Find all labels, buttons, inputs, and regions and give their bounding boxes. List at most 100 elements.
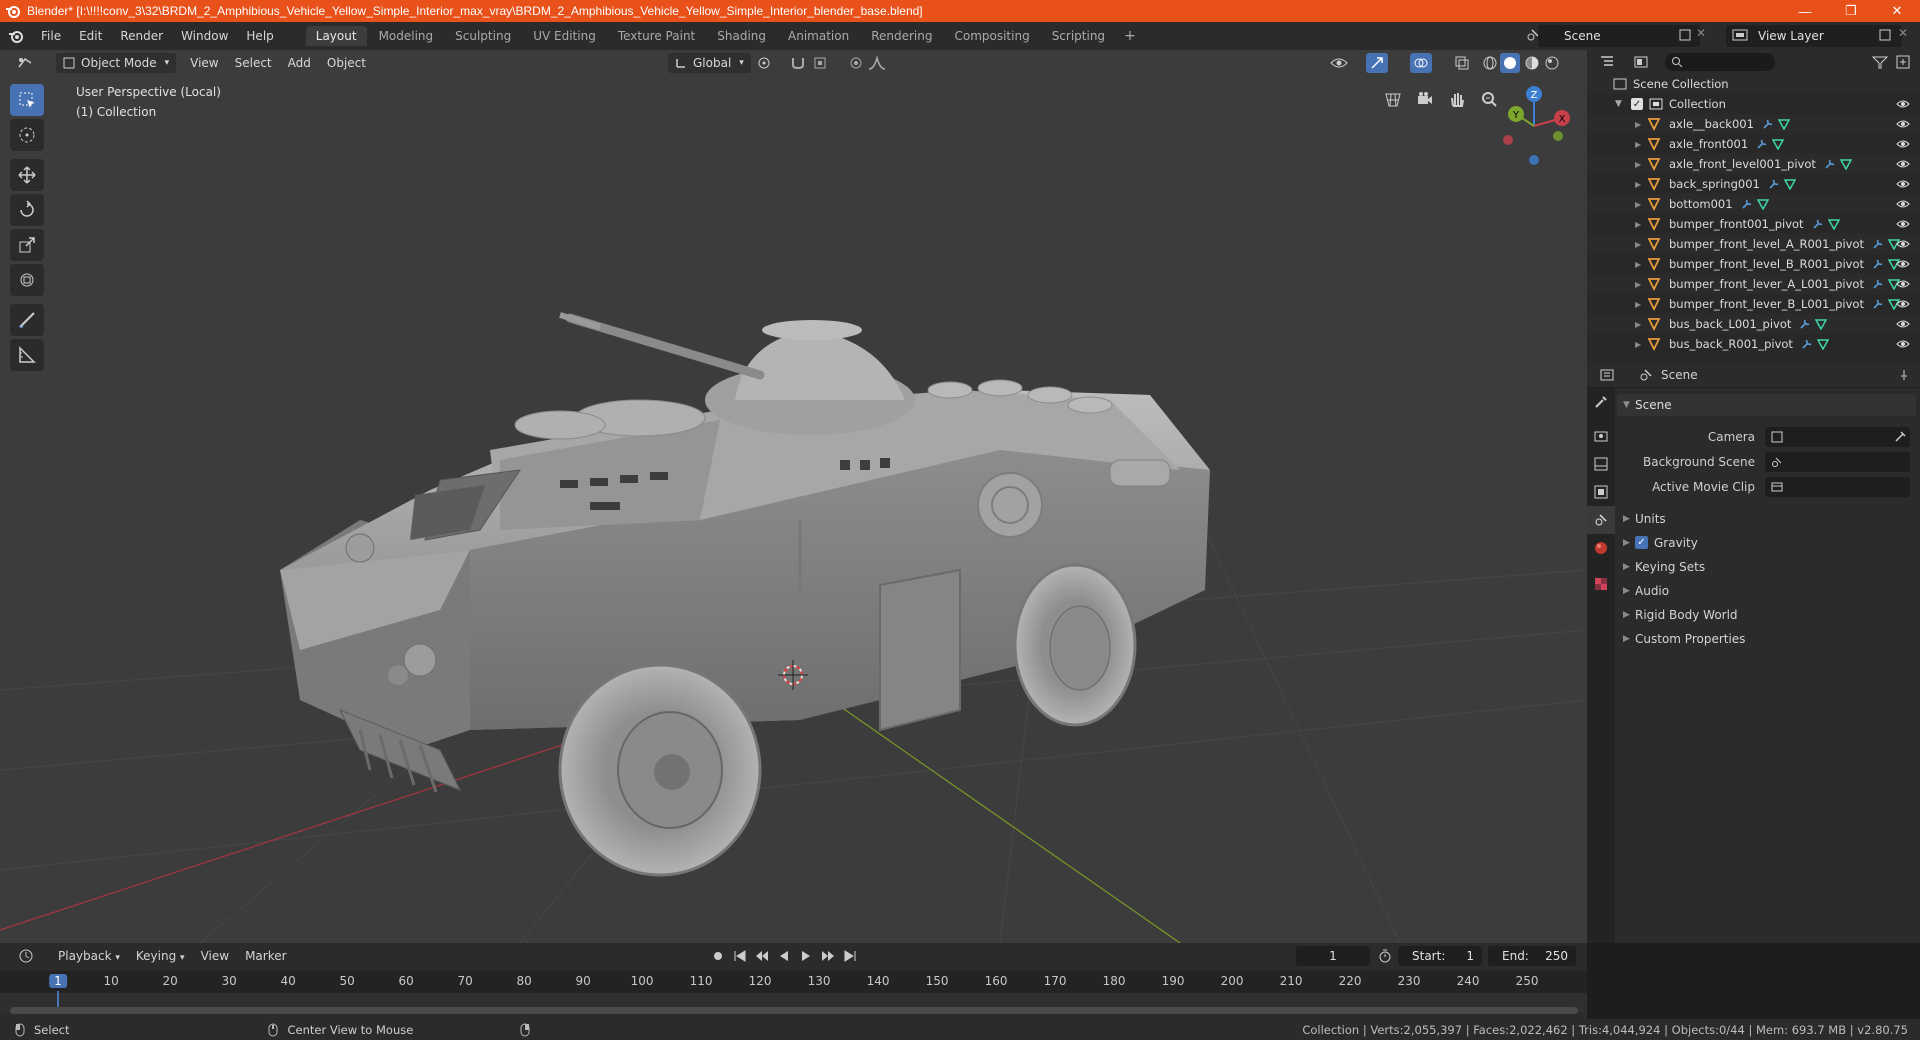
mesh-data-icon[interactable] [1839, 158, 1852, 170]
modifier-wrench-icon[interactable] [1801, 338, 1813, 350]
3d-viewport[interactable]: Object Mode ▾ View Select Add Object Glo… [0, 50, 1587, 943]
eye-icon[interactable] [1896, 218, 1910, 230]
menu-render[interactable]: Render [111, 29, 172, 43]
pan-hand-icon[interactable] [1444, 86, 1470, 112]
minimize-button[interactable]: — [1782, 0, 1828, 22]
viewport-menu-object[interactable]: Object [319, 56, 374, 70]
collection-row[interactable]: ▼ ✓ Collection [1587, 94, 1920, 114]
end-frame-field[interactable]: End: 250 [1488, 946, 1576, 966]
tool-settings-tab[interactable] [1587, 388, 1615, 416]
expand-arrow-icon[interactable]: ▶ [1635, 120, 1647, 129]
snap-icon[interactable] [790, 55, 806, 71]
delete-view-layer-icon[interactable]: ✕ [1898, 26, 1908, 40]
view-layer-field[interactable]: View Layer [1726, 25, 1902, 47]
keying-sets-panel[interactable]: ▶ Keying Sets [1617, 555, 1916, 579]
timeline-ruler[interactable]: 1 10 20 30 40 50 60 70 80 90 100 110 120 130 140 150 160… [0, 971, 1587, 993]
modifier-wrench-icon[interactable] [1799, 318, 1811, 330]
viewport-menu-add[interactable]: Add [280, 56, 319, 70]
record-icon[interactable] [710, 948, 726, 964]
mesh-data-icon[interactable] [1772, 138, 1785, 150]
menu-edit[interactable]: Edit [70, 29, 111, 43]
annotate-tool[interactable] [10, 304, 44, 336]
timeline-scrollbar[interactable] [10, 1007, 1578, 1014]
render-tab[interactable] [1587, 422, 1615, 450]
timeline-editor-type-icon[interactable] [12, 948, 40, 964]
tab-texture-paint[interactable]: Texture Paint [608, 26, 705, 46]
outliner-object-row[interactable]: ▶ bus_back_L001_pivot [1587, 314, 1920, 334]
visibility-selectable-icon[interactable] [1330, 55, 1348, 71]
expand-arrow-icon[interactable]: ▶ [1635, 220, 1647, 229]
outliner-object-row[interactable]: ▶ back_spring001 [1587, 174, 1920, 194]
custom-properties-panel[interactable]: ▶ Custom Properties [1617, 627, 1916, 651]
blender-menu-icon[interactable] [0, 28, 32, 44]
expand-arrow-icon[interactable]: ▶ [1635, 180, 1647, 189]
tab-rendering[interactable]: Rendering [861, 26, 942, 46]
eye-icon[interactable] [1896, 298, 1910, 310]
outliner-object-row[interactable]: ▶ axle__back001 [1587, 114, 1920, 134]
xray-toggle-icon[interactable] [1454, 55, 1470, 71]
eye-icon[interactable] [1896, 338, 1910, 350]
stopwatch-icon[interactable] [1377, 948, 1393, 967]
outliner-object-row[interactable]: ▶ bumper_front_level_A_R001_pivot [1587, 234, 1920, 254]
expand-arrow-icon[interactable]: ▶ [1635, 160, 1647, 169]
prev-keyframe-icon[interactable] [754, 948, 770, 967]
playback-menu[interactable]: Playback ▾ [50, 949, 128, 963]
gravity-checkbox[interactable]: ✓ [1635, 536, 1648, 549]
zoom-magnifier-icon[interactable] [1476, 86, 1502, 112]
close-button[interactable]: ✕ [1874, 0, 1920, 22]
viewport-menu-select[interactable]: Select [227, 56, 280, 70]
scene-field[interactable]: Scene [1538, 25, 1700, 47]
eye-icon[interactable] [1896, 238, 1910, 250]
proportional-editing-icon[interactable] [848, 55, 864, 71]
scene-tab[interactable] [1587, 506, 1615, 534]
outliner-object-row[interactable]: ▶ axle_front001 [1587, 134, 1920, 154]
delete-scene-icon[interactable]: ✕ [1696, 26, 1706, 40]
mesh-data-icon[interactable] [1777, 118, 1790, 130]
tab-animation[interactable]: Animation [778, 26, 859, 46]
gizmo-toggle-icon[interactable] [1366, 53, 1388, 73]
modifier-wrench-icon[interactable] [1872, 278, 1884, 290]
view-layer-tab[interactable] [1587, 478, 1615, 506]
rendered-shading-icon[interactable] [1544, 55, 1560, 71]
pivot-point-icon[interactable] [756, 55, 772, 71]
scene-panel-header[interactable]: ▼ Scene [1617, 394, 1916, 416]
eye-icon[interactable] [1896, 178, 1910, 190]
outliner-object-row[interactable]: ▶ bottom001 [1587, 194, 1920, 214]
next-keyframe-icon[interactable] [820, 948, 836, 967]
mode-dropdown[interactable]: Object Mode ▾ [56, 53, 177, 73]
collection-expand-icon[interactable]: ▼ [1615, 99, 1631, 109]
brdm-vehicle-model[interactable] [280, 312, 1210, 877]
properties-editor-type-icon[interactable] [1599, 368, 1615, 382]
pin-icon[interactable] [1898, 369, 1910, 381]
audio-panel[interactable]: ▶ Audio [1617, 579, 1916, 603]
gravity-panel[interactable]: ▶ ✓ Gravity [1617, 531, 1916, 555]
display-mode-icon[interactable] [1633, 55, 1649, 69]
marker-menu[interactable]: Marker [237, 949, 294, 963]
outliner-object-row[interactable]: ▶ bumper_front_lever_A_L001_pivot [1587, 274, 1920, 294]
falloff-icon[interactable] [868, 55, 886, 71]
mesh-data-icon[interactable] [1815, 318, 1828, 330]
outliner-object-row[interactable]: ▶ bumper_front001_pivot [1587, 214, 1920, 234]
camera-field[interactable] [1765, 426, 1910, 447]
maximize-button[interactable]: ❐ [1828, 0, 1874, 22]
navigation-gizmo[interactable]: Z X Y [1494, 84, 1574, 174]
eye-icon[interactable] [1896, 138, 1910, 150]
scale-tool[interactable] [10, 229, 44, 261]
select-box-tool[interactable] [10, 84, 44, 116]
menu-window[interactable]: Window [172, 29, 237, 43]
background-scene-field[interactable] [1765, 451, 1910, 472]
modifier-wrench-icon[interactable] [1812, 218, 1824, 230]
cursor-tool[interactable] [10, 119, 44, 151]
transform-tool[interactable] [10, 264, 44, 296]
start-frame-field[interactable]: Start: 1 [1398, 946, 1482, 966]
expand-arrow-icon[interactable]: ▶ [1635, 240, 1647, 249]
tab-sculpting[interactable]: Sculpting [445, 26, 521, 46]
eye-icon[interactable] [1896, 158, 1910, 170]
tab-layout[interactable]: Layout [305, 26, 367, 46]
expand-arrow-icon[interactable]: ▶ [1635, 320, 1647, 329]
outliner-object-row[interactable]: ▶ bus_back_R001_pivot [1587, 334, 1920, 354]
outliner-object-row[interactable]: ▶ bumper_front_level_B_R001_pivot [1587, 254, 1920, 274]
move-tool[interactable] [10, 159, 44, 191]
mesh-data-icon[interactable] [1756, 198, 1769, 210]
camera-view-icon[interactable] [1412, 86, 1438, 112]
